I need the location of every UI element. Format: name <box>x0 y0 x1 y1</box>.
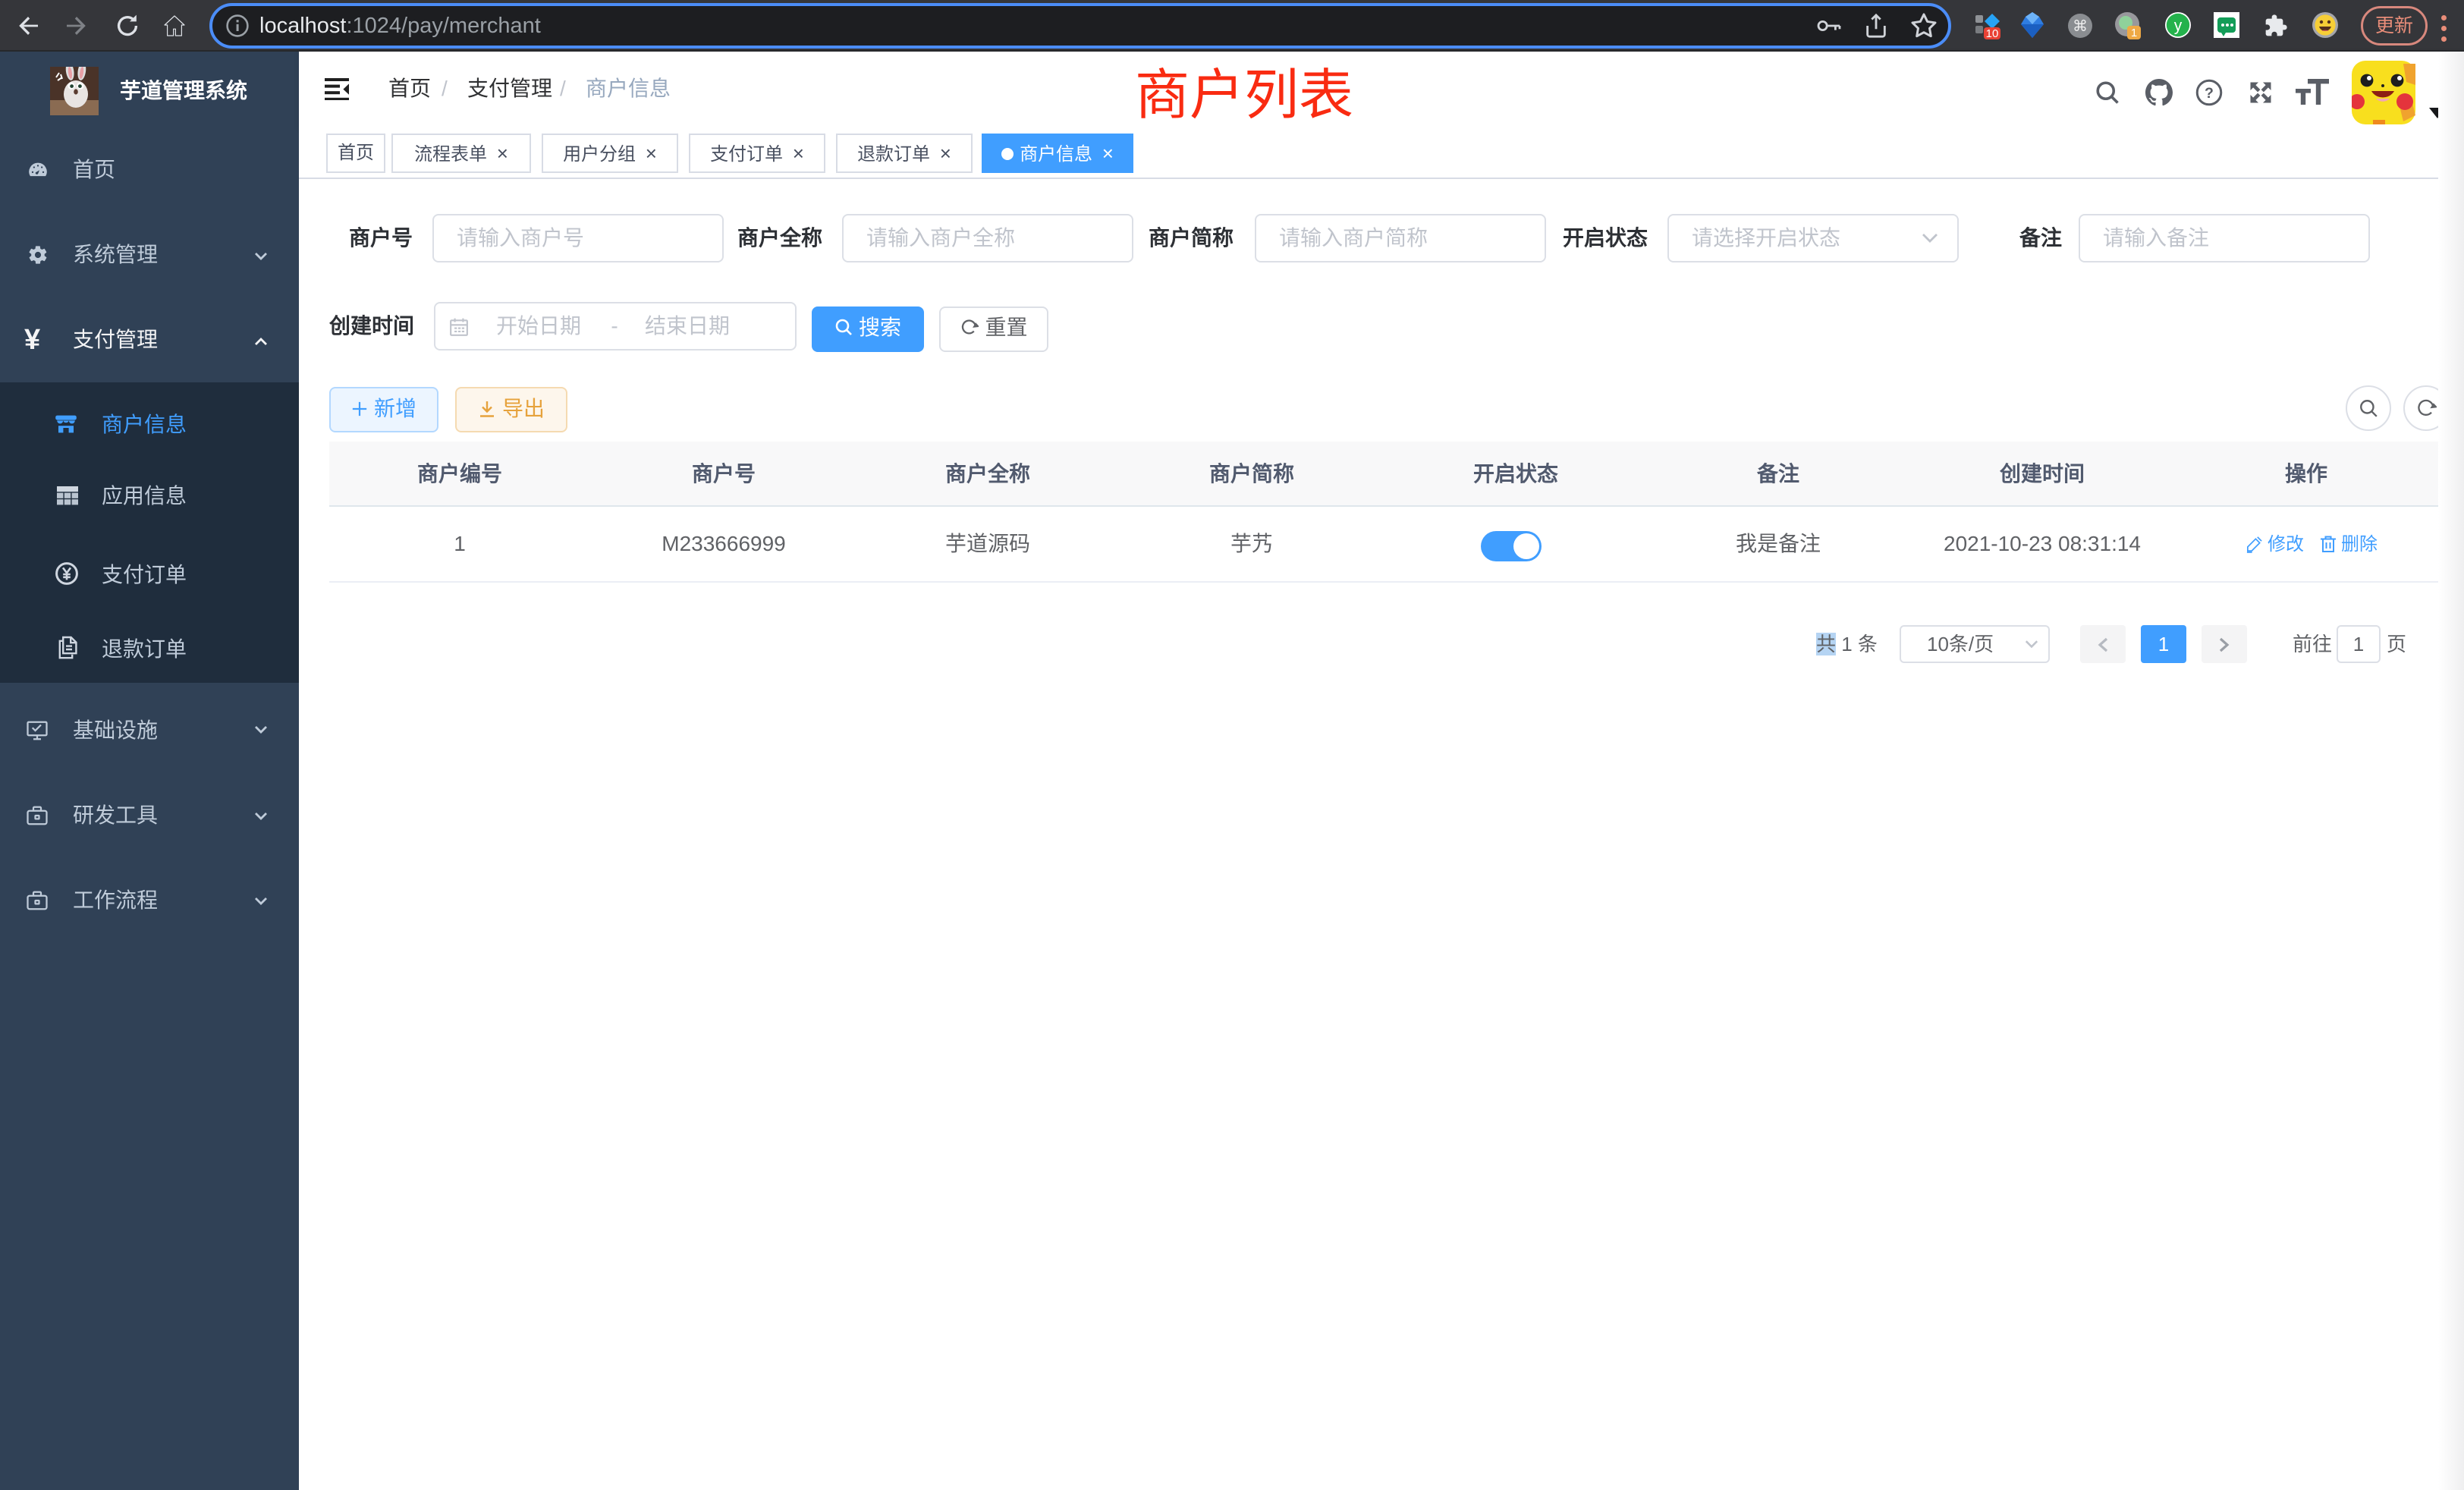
svg-text:⌘: ⌘ <box>2073 18 2088 35</box>
svg-text:1: 1 <box>2131 27 2137 39</box>
svg-text:?: ? <box>2205 85 2214 102</box>
svg-text:10: 10 <box>1986 27 1999 39</box>
svg-text:y: y <box>2174 17 2183 35</box>
